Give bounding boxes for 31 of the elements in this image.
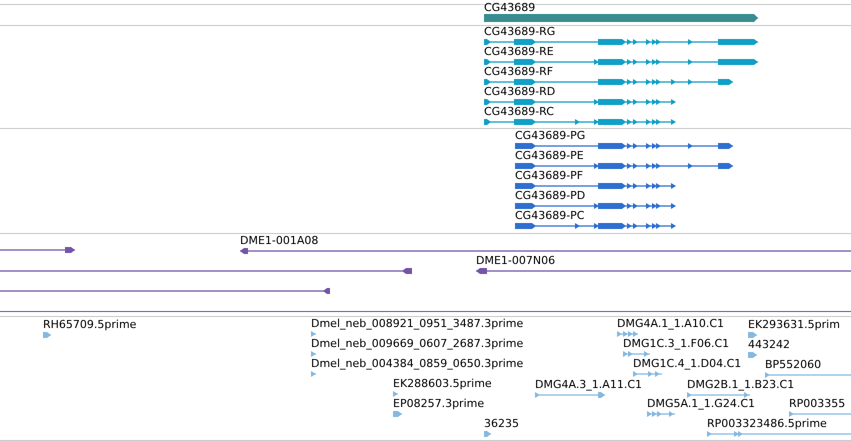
feature-label: DMG1C.4_1.D04.C1 (633, 357, 742, 370)
feature-label: CG43689-PD (515, 189, 586, 202)
feature-label: Dmel_neb_008921_0951_3487.3prime (311, 317, 524, 330)
feature-label: RP003355 (789, 397, 846, 410)
feature-label: CG43689-PF (515, 169, 584, 182)
feature-label: DME1-007N06 (476, 254, 556, 267)
feature-label: BP552060 (765, 358, 822, 371)
feature-label: 443242 (748, 338, 790, 351)
feature-label: CG43689-RD (484, 85, 556, 98)
feature-label: DME1-001A08 (240, 234, 318, 247)
feature-label: 36235 (484, 417, 519, 430)
feature-label: Dmel_neb_004384_0859_0650.3prime (311, 357, 524, 370)
feature-label: Dmel_neb_009669_0607_2687.3prime (311, 337, 524, 350)
feature-label: DMG4A.3_1.A11.C1 (535, 378, 642, 391)
feature-label: DMG1C.3_1.F06.C1 (623, 337, 730, 350)
feature-label: DMG5A.1_1.G24.C1 (647, 397, 756, 410)
feature-label: DMG2B.1_1.B23.C1 (687, 378, 794, 391)
feature-label: RP003323486.5prime (707, 417, 827, 430)
feature-label: CG43689-PG (515, 129, 586, 142)
feature-label: CG43689-RG (484, 25, 556, 38)
feature-label: EK288603.5prime (393, 377, 492, 390)
feature-label: EK293631.5prim (748, 318, 840, 331)
feature-label: RH65709.5prime (43, 318, 136, 331)
feature-label: CG43689 (484, 1, 536, 14)
feature-label: CG43689-PC (515, 209, 584, 222)
feature-label: CG43689-RF (484, 65, 554, 78)
feature-label: DMG4A.1_1.A10.C1 (617, 317, 724, 330)
feature-label: CG43689-PE (515, 149, 584, 162)
feature-label: CG43689-RC (484, 105, 554, 118)
feature-label: CG43689-RE (484, 45, 554, 58)
feature-label: EP08257.3prime (393, 397, 484, 410)
